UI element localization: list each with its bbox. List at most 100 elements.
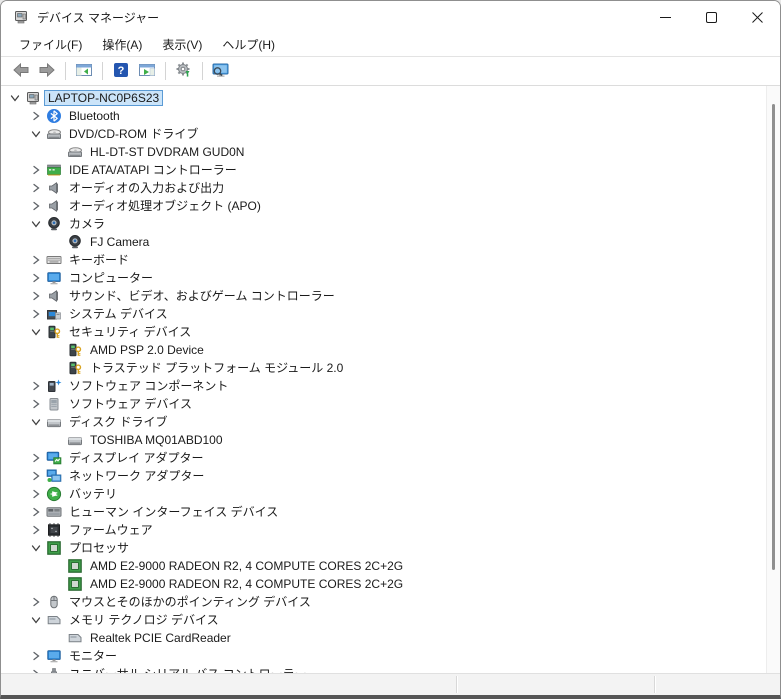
chevron-right-icon[interactable]: [28, 378, 44, 394]
monitor-icon: [46, 648, 62, 664]
tree-row[interactable]: システム デバイス: [1, 305, 780, 323]
tree-node-label: コンピューター: [69, 271, 154, 285]
hid-icon: [46, 504, 62, 520]
chevron-right-icon[interactable]: [28, 504, 44, 520]
speaker-icon: [46, 288, 62, 304]
chevron-right-icon[interactable]: [28, 108, 44, 124]
tree-row[interactable]: オーディオ処理オブジェクト (APO): [1, 197, 780, 215]
tree-row[interactable]: バッテリ: [1, 485, 780, 503]
show-console-tree-button[interactable]: [72, 60, 96, 82]
tree-node-label: ソフトウェア コンポーネント: [69, 379, 229, 393]
tree-node-label: LAPTOP-NC0P6S23: [43, 90, 164, 106]
menu-help[interactable]: ヘルプ(H): [212, 33, 285, 56]
forward-button[interactable]: [35, 60, 59, 82]
tree-row[interactable]: カメラ: [1, 215, 780, 233]
chevron-down-icon[interactable]: [28, 216, 44, 232]
chevron-right-icon[interactable]: [28, 450, 44, 466]
tree-row[interactable]: ソフトウェア デバイス: [1, 395, 780, 413]
chevron-right-icon[interactable]: [28, 486, 44, 502]
chevron-right-icon[interactable]: [28, 594, 44, 610]
menu-view[interactable]: 表示(V): [152, 33, 212, 56]
status-separator: [456, 676, 457, 693]
tree-node-label: メモリ テクノロジ デバイス: [69, 613, 219, 627]
help-button[interactable]: ?: [109, 60, 133, 82]
tree-row[interactable]: ユニバーサル シリアル バス コントローラー: [1, 665, 780, 673]
computer-search-button[interactable]: [209, 60, 233, 82]
chevron-right-icon[interactable]: [28, 288, 44, 304]
scan-hardware-changes-button[interactable]: [172, 60, 196, 82]
tree-row[interactable]: IDE ATA/ATAPI コントローラー: [1, 161, 780, 179]
software-device-icon: [46, 396, 62, 412]
tree-row[interactable]: セキュリティ デバイス: [1, 323, 780, 341]
close-button[interactable]: [734, 1, 780, 33]
tree-row[interactable]: AMD E2-9000 RADEON R2, 4 COMPUTE CORES 2…: [1, 557, 780, 575]
chevron-right-icon[interactable]: [28, 306, 44, 322]
tree-row[interactable]: FJ Camera: [1, 233, 780, 251]
camera-icon: [67, 234, 83, 250]
tree-row[interactable]: プロセッサ: [1, 539, 780, 557]
chevron-right-icon[interactable]: [28, 270, 44, 286]
tree-row[interactable]: マウスとそのほかのポインティング デバイス: [1, 593, 780, 611]
tree-row[interactable]: TOSHIBA MQ01ABD100: [1, 431, 780, 449]
tree-row[interactable]: DVD/CD-ROM ドライブ: [1, 125, 780, 143]
chevron-down-icon[interactable]: [28, 414, 44, 430]
tree-node-label: ネットワーク アダプター: [69, 469, 205, 483]
display-adapter-icon: [46, 450, 62, 466]
chevron-right-icon[interactable]: [28, 162, 44, 178]
tree-row[interactable]: ネットワーク アダプター: [1, 467, 780, 485]
chevron-down-icon[interactable]: [28, 126, 44, 142]
chevron-right-icon[interactable]: [28, 648, 44, 664]
chevron-right-icon[interactable]: [28, 198, 44, 214]
device-tree[interactable]: LAPTOP-NC0P6S23 Bluetooth DVD/CD-ROM ドライブ H…: [1, 86, 780, 673]
tree-row[interactable]: メモリ テクノロジ デバイス: [1, 611, 780, 629]
properties-button[interactable]: [135, 60, 159, 82]
tree-row[interactable]: オーディオの入力および出力: [1, 179, 780, 197]
tree-node-label: ソフトウェア デバイス: [69, 397, 192, 411]
chevron-down-icon[interactable]: [7, 90, 23, 106]
tree-row[interactable]: ソフトウェア コンポーネント: [1, 377, 780, 395]
tree-row[interactable]: キーボード: [1, 251, 780, 269]
disk-drive-icon: [46, 414, 62, 430]
tree-row[interactable]: AMD E2-9000 RADEON R2, 4 COMPUTE CORES 2…: [1, 575, 780, 593]
tree-row[interactable]: Bluetooth: [1, 107, 780, 125]
scan-gear-icon: [175, 61, 193, 81]
camera-icon: [46, 216, 62, 232]
chevron-right-icon[interactable]: [28, 468, 44, 484]
tree-row[interactable]: モニター: [1, 647, 780, 665]
menu-file[interactable]: ファイル(F): [9, 33, 92, 56]
chevron-right-icon[interactable]: [28, 252, 44, 268]
bluetooth-icon: [46, 108, 62, 124]
toolbar-separator: [202, 62, 203, 80]
tree-row[interactable]: コンピューター: [1, 269, 780, 287]
tree-row[interactable]: ディスク ドライブ: [1, 413, 780, 431]
tree-node-label: FJ Camera: [90, 235, 150, 249]
system-device-icon: [46, 306, 62, 322]
tree-row[interactable]: Realtek PCIE CardReader: [1, 629, 780, 647]
tree-row[interactable]: ファームウェア: [1, 521, 780, 539]
tree-row[interactable]: トラステッド プラットフォーム モジュール 2.0: [1, 359, 780, 377]
tree-row[interactable]: ディスプレイ アダプター: [1, 449, 780, 467]
minimize-button[interactable]: [642, 1, 688, 33]
chevron-right-icon[interactable]: [28, 522, 44, 538]
tree-node-label: カメラ: [69, 217, 106, 231]
maximize-button[interactable]: [688, 1, 734, 33]
chevron-down-icon[interactable]: [28, 612, 44, 628]
toolbar-separator: [102, 62, 103, 80]
tree-row[interactable]: HL-DT-ST DVDRAM GUD0N: [1, 143, 780, 161]
back-button[interactable]: [9, 60, 33, 82]
menu-bar: ファイル(F) 操作(A) 表示(V) ヘルプ(H): [1, 33, 780, 57]
vertical-scrollbar[interactable]: [766, 86, 780, 673]
chevron-right-icon[interactable]: [28, 180, 44, 196]
tree-row[interactable]: ヒューマン インターフェイス デバイス: [1, 503, 780, 521]
tree-row[interactable]: AMD PSP 2.0 Device: [1, 341, 780, 359]
scrollbar-thumb[interactable]: [772, 104, 775, 570]
chevron-right-icon[interactable]: [28, 666, 44, 673]
tree-node-label: オーディオの入力および出力: [69, 181, 225, 195]
chevron-right-icon[interactable]: [28, 396, 44, 412]
tree-row[interactable]: サウンド、ビデオ、およびゲーム コントローラー: [1, 287, 780, 305]
chevron-down-icon[interactable]: [28, 324, 44, 340]
menu-action[interactable]: 操作(A): [92, 33, 152, 56]
tree-node-label: AMD E2-9000 RADEON R2, 4 COMPUTE CORES 2…: [90, 577, 404, 591]
tree-row[interactable]: LAPTOP-NC0P6S23: [1, 89, 780, 107]
chevron-down-icon[interactable]: [28, 540, 44, 556]
